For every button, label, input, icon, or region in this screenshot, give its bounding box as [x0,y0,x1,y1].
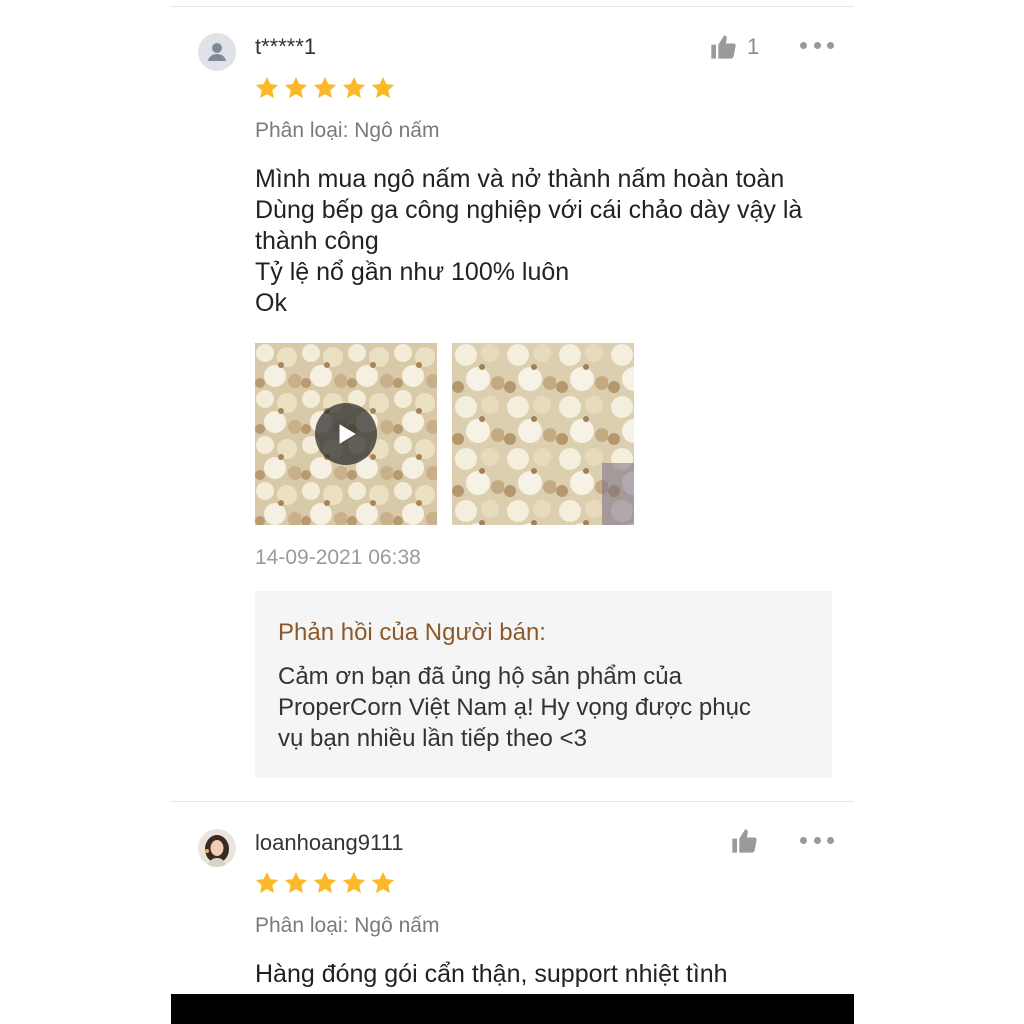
seller-reply-box: Phản hồi của Người bán: Cảm ơn bạn đã ủn… [255,591,832,778]
review-comment: Mình mua ngô nấm và nở thành nấm hoàn to… [255,165,803,317]
more-options-button[interactable] [800,835,834,845]
star-icon [370,870,396,896]
reviewer-username[interactable]: loanhoang9111 [255,830,403,856]
default-user-icon[interactable] [198,33,236,71]
seller-reply-text: Cảm ơn bạn đã ủng hộ sản phẩm của Proper… [278,663,751,752]
star-icon [312,870,338,896]
star-icon [283,870,309,896]
like-button[interactable] [730,827,768,855]
star-rating [254,75,396,101]
star-icon [312,75,338,101]
review-item: t*****1 1 Phân loại: Ngô nấm Mình mua ng… [171,0,854,800]
like-button[interactable]: 1 [709,33,759,61]
seller-reply-title: Phản hồi của Người bán: [278,619,546,646]
bottom-bar [171,994,854,1024]
product-variation: Phân loại: Ngô nấm [255,119,440,142]
star-icon [254,870,280,896]
more-options-button[interactable] [800,40,834,50]
thumbs-up-icon [730,827,758,855]
reviewer-username[interactable]: t*****1 [255,34,316,60]
star-icon [254,75,280,101]
review-video-thumbnail[interactable] [255,343,437,525]
review-item: loanhoang9111 Phân loại: Ngô nấm Hàng đó… [171,801,854,1001]
review-date: 14-09-2021 06:38 [255,546,421,569]
review-photo-thumbnail[interactable] [452,343,634,525]
star-icon [370,75,396,101]
star-icon [283,75,309,101]
star-icon [341,75,367,101]
more-dots-icon [800,836,807,844]
user-avatar[interactable] [198,829,236,867]
product-variation: Phân loại: Ngô nấm [255,914,440,937]
thumbs-up-icon [709,33,737,61]
star-rating [254,870,396,896]
play-icon[interactable] [315,403,377,465]
review-comment: Hàng đóng gói cẩn thận, support nhiệt tì… [255,960,728,988]
star-icon [341,870,367,896]
like-count: 1 [747,34,760,59]
more-dots-icon [800,41,807,49]
